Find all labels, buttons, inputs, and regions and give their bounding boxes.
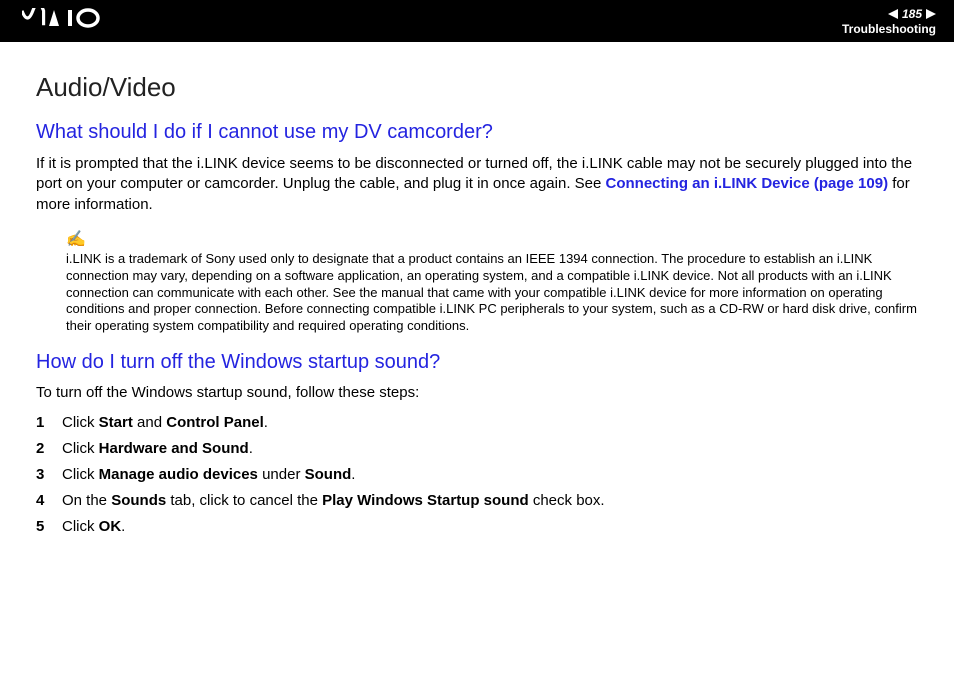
note-icon: ✍	[66, 229, 918, 249]
nav-next-icon[interactable]	[926, 9, 936, 19]
q2-steps: Click Start and Control Panel. Click Har…	[36, 411, 918, 539]
q1-note: ✍ i.LINK is a trademark of Sony used onl…	[66, 229, 918, 335]
header-bar: 185 Troubleshooting	[0, 0, 954, 42]
page-number: 185	[902, 7, 922, 21]
step-1: Click Start and Control Panel.	[36, 411, 918, 435]
page-content: Audio/Video What should I do if I cannot…	[0, 42, 954, 561]
step-4: On the Sounds tab, click to cancel the P…	[36, 489, 918, 513]
step-2: Click Hardware and Sound.	[36, 437, 918, 461]
nav-prev-icon[interactable]	[888, 9, 898, 19]
q2-intro: To turn off the Windows startup sound, f…	[36, 384, 918, 401]
q1-body: If it is prompted that the i.LINK device…	[36, 154, 918, 215]
page-nav: 185	[842, 7, 936, 21]
vaio-logo-svg	[22, 8, 118, 28]
step-5: Click OK.	[36, 515, 918, 539]
page-title: Audio/Video	[36, 72, 918, 103]
q1-note-text: i.LINK is a trademark of Sony used only …	[66, 251, 918, 335]
section-label: Troubleshooting	[842, 22, 936, 36]
q2-heading: How do I turn off the Windows startup so…	[36, 351, 918, 374]
q1-crossref-link[interactable]: Connecting an i.LINK Device (page 109)	[606, 175, 889, 192]
step-3: Click Manage audio devices under Sound.	[36, 463, 918, 487]
q1-heading: What should I do if I cannot use my DV c…	[36, 121, 918, 144]
vaio-logo	[22, 8, 118, 34]
header-right: 185 Troubleshooting	[842, 7, 936, 36]
